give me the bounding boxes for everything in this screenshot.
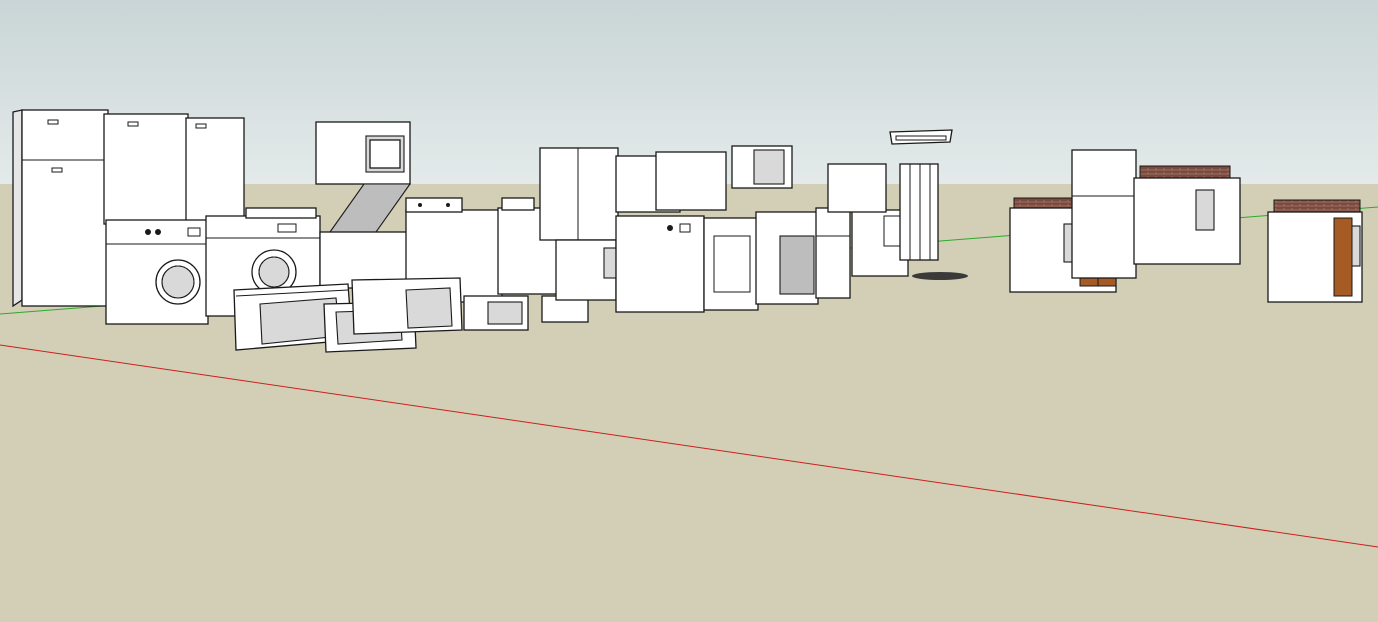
range-oven-a[interactable] (555, 239, 617, 301)
dishwasher-white[interactable] (615, 215, 705, 313)
microwave-tiny[interactable] (463, 295, 529, 331)
microwave-over-range-tall[interactable] (731, 145, 793, 189)
kitchen-fridge-right[interactable] (1071, 149, 1137, 279)
refrigerator-center[interactable] (103, 113, 245, 225)
scene-canvas[interactable] (0, 0, 1378, 622)
dryer-front-left[interactable] (105, 219, 209, 325)
microwave-mid[interactable] (351, 277, 463, 335)
range-oven-dark[interactable] (755, 211, 819, 305)
floor-vent-grate (912, 272, 968, 280)
kitchen-counter-unit-b[interactable] (1133, 165, 1241, 265)
modeling-viewport[interactable] (0, 0, 1378, 622)
range-hood[interactable] (889, 129, 953, 145)
kitchen-counter-unit-c[interactable] (1267, 199, 1363, 303)
refrigerator-left[interactable] (12, 109, 109, 308)
range-oven-b[interactable] (703, 217, 759, 311)
range-oven-c[interactable] (815, 207, 851, 299)
